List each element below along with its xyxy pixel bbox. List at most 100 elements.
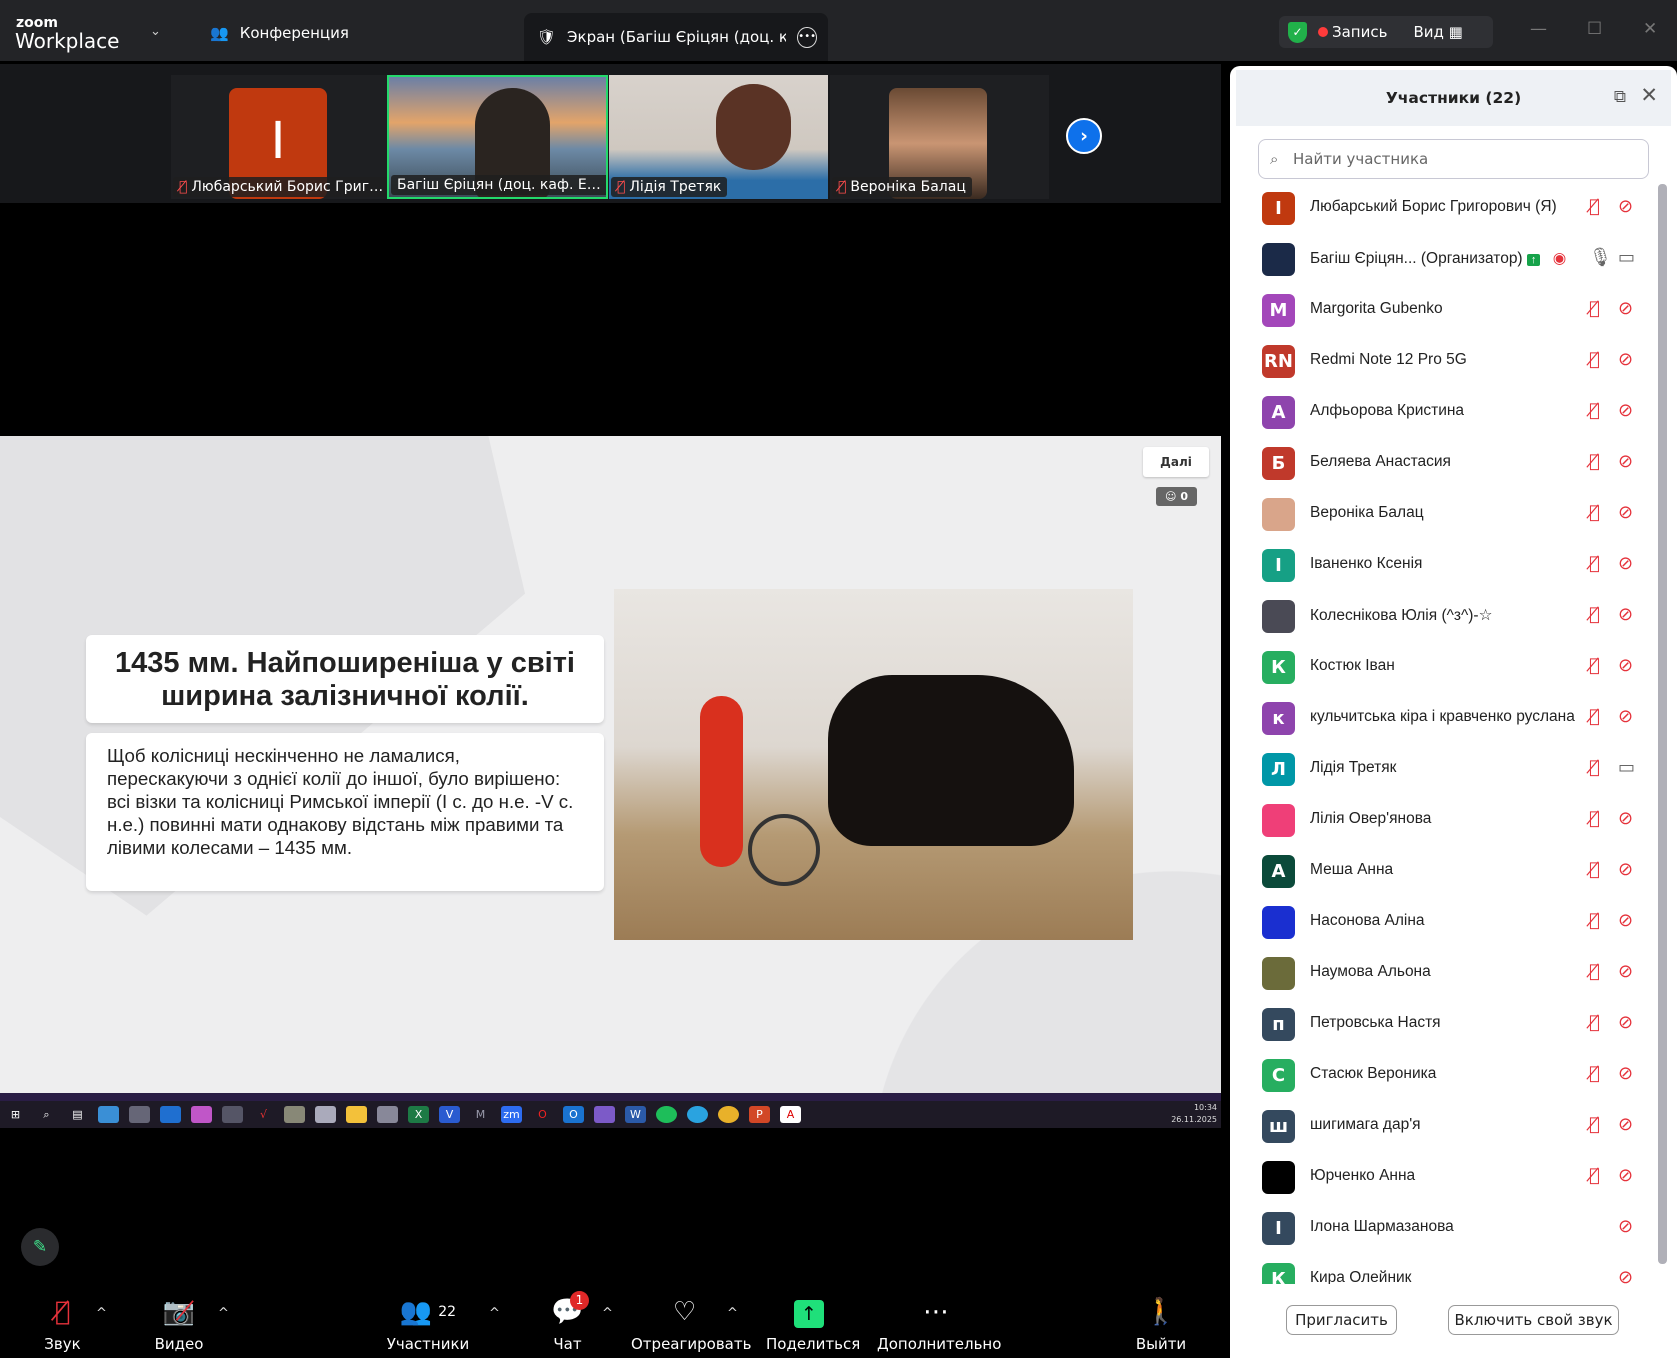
audio-button[interactable]: 🎙̸ Звук [39,1295,86,1353]
video-thumbnail-active-speaker[interactable]: Багіш Єріцян (доц. каф. ЕТТ) [387,75,608,199]
mic-muted-icon[interactable]: 🎙̸ [1589,1114,1600,1135]
audio-options-caret[interactable]: ^ [96,1306,107,1321]
participant-search-input[interactable]: ⌕ Найти участника [1258,139,1649,179]
mic-muted-icon[interactable]: 🎙̸ [1589,706,1600,727]
video-off-icon[interactable]: ⊘ [1618,400,1633,421]
video-off-icon[interactable]: ⊘ [1618,910,1633,931]
participant-row[interactable]: К Костюк Іван 🎙̸ ⊘ [1230,643,1658,694]
participant-row[interactable]: Вероніка Балац 🎙̸ ⊘ [1230,490,1658,541]
participant-row[interactable]: RN Redmi Note 12 Pro 5G 🎙̸ ⊘ [1230,337,1658,388]
react-options-caret[interactable]: ^ [727,1306,738,1321]
share-screen-tab[interactable]: 🛡 Экран (Багіш Єріцян (доц. каф. ЕТТ) ••• [524,13,828,61]
app-icon[interactable] [284,1106,305,1123]
word-icon[interactable]: W [625,1106,646,1123]
mic-muted-icon[interactable]: 🎙̸ [1589,757,1600,778]
mic-muted-icon[interactable]: 🎙̸ [1589,604,1600,625]
video-off-icon[interactable]: ⊘ [1618,298,1633,319]
app-icon[interactable]: √ [253,1106,274,1123]
excel-icon[interactable]: X [408,1106,429,1123]
video-off-icon[interactable]: ⊘ [1618,655,1633,676]
search-icon[interactable]: ⌕ [36,1106,57,1123]
invite-button[interactable]: Пригласить [1286,1305,1397,1335]
mic-muted-icon[interactable]: 🎙̸ [1589,502,1600,523]
windows-start-icon[interactable]: ⊞ [5,1106,26,1123]
participant-row[interactable]: Б Беляева Анастасия 🎙̸ ⊘ [1230,439,1658,490]
app-icon[interactable] [222,1106,243,1123]
app-icon[interactable]: M [470,1106,491,1123]
app-icon[interactable] [315,1106,336,1123]
taskbar-clock[interactable]: 10:34 26.11.2025 [1171,1102,1217,1126]
more-button[interactable]: ⋯ Дополнительно [877,1295,1001,1353]
whatsapp-icon[interactable] [656,1106,677,1123]
video-icon[interactable]: ▭ [1618,247,1635,268]
mic-muted-icon[interactable]: 🎙̸ [1589,349,1600,370]
chrome-icon[interactable] [718,1106,739,1123]
participant-row[interactable]: A Меша Анна 🎙̸ ⊘ [1230,847,1658,898]
participant-row[interactable]: І Ілона Шармазанова ⊘ [1230,1204,1658,1255]
react-button[interactable]: ♡ Отреагировать [631,1295,751,1353]
chat-button[interactable]: 💬 1 Чат [546,1291,589,1353]
mic-muted-icon[interactable]: 🎙̸ [1589,553,1600,574]
mic-muted-icon[interactable]: 🎙̸ [1589,1165,1600,1186]
video-icon[interactable]: ▭ [1618,757,1635,778]
mic-muted-icon[interactable]: 🎙̸ [1589,1063,1600,1084]
mic-muted-icon[interactable]: 🎙̸ [1589,910,1600,931]
annotate-pen-button[interactable]: ✎ [21,1228,59,1266]
next-slide-button[interactable]: Далі [1143,447,1209,477]
calculator-icon[interactable] [377,1106,398,1123]
video-off-icon[interactable]: ⊘ [1618,604,1633,625]
video-off-icon[interactable]: ⊘ [1618,553,1633,574]
participant-row[interactable]: Юрченко Анна 🎙̸ ⊘ [1230,1153,1658,1204]
chat-options-caret[interactable]: ^ [602,1306,613,1321]
chevron-down-icon[interactable]: ⌄ [150,24,161,39]
video-options-caret[interactable]: ^ [218,1306,229,1321]
scrollbar[interactable] [1658,184,1667,1264]
pdf-icon[interactable]: A [780,1106,801,1123]
video-off-icon[interactable]: ⊘ [1618,1114,1633,1135]
task-view-icon[interactable]: ▤ [67,1106,88,1123]
video-thumbnail[interactable]: І 🎙̸Любарський Борис Григорович [171,75,390,199]
participant-row[interactable]: С Стасюк Вероника 🎙̸ ⊘ [1230,1051,1658,1102]
next-page-button[interactable]: › [1066,118,1102,154]
powerpoint-icon[interactable]: P [749,1106,770,1123]
participant-row[interactable]: Лілія Овер'янова 🎙̸ ⊘ [1230,796,1658,847]
video-thumbnail[interactable]: 🎙̸ Лідія Третяк [609,75,828,199]
video-off-icon[interactable]: ⊘ [1618,196,1633,217]
video-thumbnail[interactable]: 🎙̸ Вероніка Балац [830,75,1049,199]
unmute-self-button[interactable]: Включить свой звук [1448,1305,1619,1335]
participant-row[interactable]: Наумова Альона 🎙̸ ⊘ [1230,949,1658,1000]
mic-muted-icon[interactable]: 🎙̸ [1589,655,1600,676]
viber-icon[interactable] [594,1106,615,1123]
video-off-icon[interactable]: ⊘ [1618,349,1633,370]
video-off-icon[interactable]: ⊘ [1618,706,1633,727]
video-off-icon[interactable]: ⊘ [1618,859,1633,880]
app-icon[interactable] [98,1106,119,1123]
close-panel-button[interactable]: ✕ [1640,83,1658,107]
telegram-icon[interactable] [687,1106,708,1123]
popout-icon[interactable]: ⧉ [1614,87,1626,107]
mic-muted-icon[interactable]: 🎙̸ [1589,298,1600,319]
outlook-icon[interactable]: O [563,1106,584,1123]
maximize-button[interactable]: ☐ [1587,19,1602,39]
meeting-button[interactable]: 👥 Конференция [210,24,349,42]
participant-row[interactable]: І Любарський Борис Григорович (Я) 🎙̸ ⊘ [1230,184,1658,235]
video-button[interactable]: 📷̸ Видео [150,1295,208,1353]
file-explorer-icon[interactable] [346,1106,367,1123]
participants-options-caret[interactable]: ^ [489,1306,500,1321]
video-off-icon[interactable]: ⊘ [1618,808,1633,829]
video-off-icon[interactable]: ⊘ [1618,1012,1633,1033]
mic-muted-icon[interactable]: 🎙̸ [1589,1012,1600,1033]
participant-row[interactable]: п Петровська Настя 🎙̸ ⊘ [1230,1000,1658,1051]
opera-icon[interactable]: O [532,1106,553,1123]
app-icon[interactable] [160,1106,181,1123]
share-button[interactable]: ↑ Поделиться [766,1295,860,1353]
video-off-icon[interactable]: ⊘ [1618,961,1633,982]
minimize-button[interactable]: — [1530,19,1547,39]
zoom-icon[interactable]: zm [501,1106,522,1123]
reaction-counter[interactable]: ☺ 0 [1156,487,1197,506]
mic-muted-icon[interactable]: 🎙̸ [1589,196,1600,217]
more-icon[interactable]: ••• [797,26,817,48]
participant-row[interactable]: M Margorita Gubenko 🎙̸ ⊘ [1230,286,1658,337]
video-off-icon[interactable]: ⊘ [1618,1165,1633,1186]
participant-row[interactable]: К Кира Олейник ⊘ [1230,1255,1658,1284]
